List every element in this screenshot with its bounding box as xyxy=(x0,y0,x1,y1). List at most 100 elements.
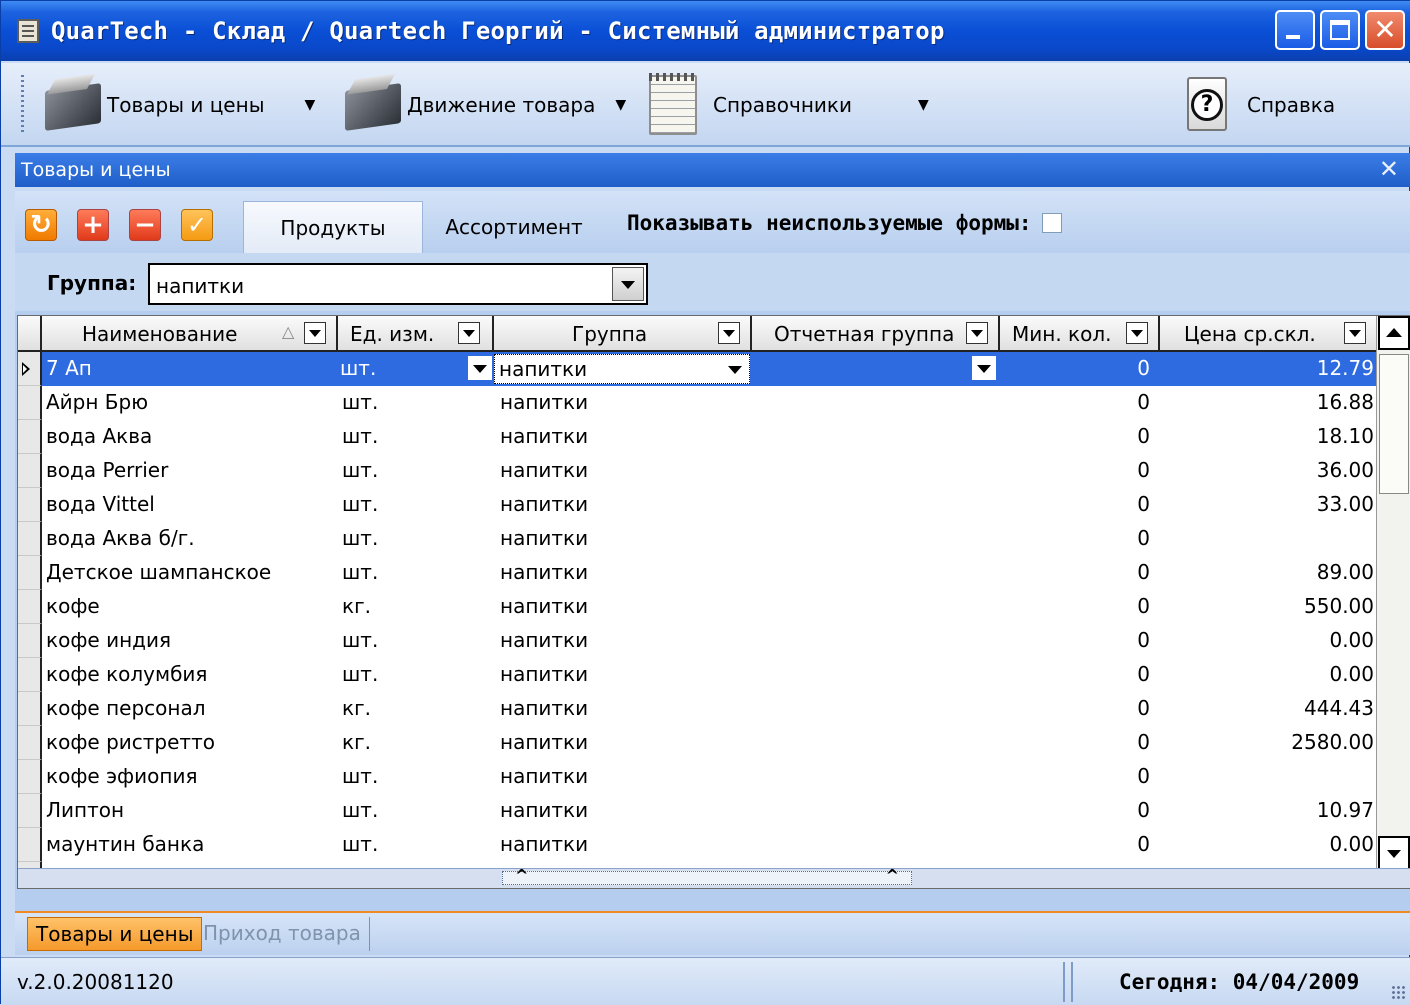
cell-name[interactable]: Айрн Брю xyxy=(46,390,336,414)
show-unused-checkbox[interactable] xyxy=(1041,213,1062,233)
cell-price[interactable]: 89.00 xyxy=(1160,560,1374,584)
tab-goods-receipt[interactable]: Приход товара xyxy=(195,917,370,951)
chevron-down-icon[interactable]: ▼ xyxy=(918,97,929,113)
table-row[interactable]: кофе кг. напитки 0 550.00 xyxy=(42,590,1378,624)
row-indicator[interactable] xyxy=(18,352,42,386)
cell-name[interactable]: кофе xyxy=(46,594,336,618)
row-indicator[interactable] xyxy=(18,386,42,420)
row-indicator[interactable] xyxy=(18,624,42,658)
table-row[interactable]: вода Vittel шт. напитки 0 33.00 xyxy=(42,488,1378,522)
delete-button[interactable]: − xyxy=(129,209,161,241)
cell-unit[interactable]: кг. xyxy=(342,730,472,754)
cell-min-qty[interactable]: 0 xyxy=(1002,730,1150,754)
row-indicator[interactable] xyxy=(18,420,42,454)
scroll-up-button[interactable] xyxy=(1378,316,1410,350)
cell-report-group-editor[interactable] xyxy=(752,354,998,384)
cell-group[interactable]: напитки xyxy=(500,390,740,414)
column-filter-report-group-button[interactable] xyxy=(966,322,988,344)
cell-unit[interactable]: шт. xyxy=(342,798,472,822)
row-indicator[interactable] xyxy=(18,658,42,692)
table-row[interactable]: кофе персонал кг. напитки 0 444.43 xyxy=(42,692,1378,726)
cell-price[interactable]: 33.00 xyxy=(1160,492,1374,516)
cell-unit[interactable]: шт. xyxy=(342,390,472,414)
group-select-dropdown-button[interactable] xyxy=(612,267,644,301)
table-row[interactable]: вода Аква шт. напитки 0 18.10 xyxy=(42,420,1378,454)
cell-unit[interactable]: шт. xyxy=(342,458,472,482)
cell-name[interactable]: кофе ристретто xyxy=(46,730,336,754)
tab-goods-prices[interactable]: Товары и цены xyxy=(27,917,203,951)
title-bar[interactable]: QuarTech - Склад / Quartech Георгий - Си… xyxy=(1,1,1410,61)
table-row[interactable]: маунтин банка шт. напитки 0 0.00 xyxy=(42,828,1378,862)
toolbar-grip[interactable] xyxy=(21,75,24,135)
cell-unit[interactable]: шт. xyxy=(342,492,472,516)
tab-products[interactable]: Продукты xyxy=(243,201,423,253)
cell-name[interactable]: кофе эфиопия xyxy=(46,764,336,788)
cell-unit[interactable]: шт. xyxy=(342,424,472,448)
apply-button[interactable]: ✓ xyxy=(181,209,213,241)
scroll-thumb[interactable] xyxy=(1379,354,1409,494)
cell-group[interactable]: напитки xyxy=(500,662,740,686)
add-button[interactable]: + xyxy=(77,209,109,241)
chevron-down-icon[interactable]: ▼ xyxy=(304,97,315,113)
table-row[interactable]: кофе эфиопия шт. напитки 0 xyxy=(42,760,1378,794)
column-filter-unit-button[interactable] xyxy=(458,322,480,344)
splitter-handle[interactable]: ^ ^ xyxy=(502,866,912,885)
cell-unit[interactable]: шт. xyxy=(342,832,472,856)
cell-min-qty[interactable]: 0 xyxy=(1002,390,1150,414)
row-indicator[interactable] xyxy=(18,488,42,522)
row-indicator[interactable] xyxy=(18,454,42,488)
column-header-report-group[interactable]: Отчетная группа xyxy=(752,316,1000,352)
cell-name[interactable]: кофе индия xyxy=(46,628,336,652)
toolbar-goods-prices-button[interactable]: Товары и цены ▼ xyxy=(39,75,315,135)
row-indicator[interactable] xyxy=(18,692,42,726)
resize-grip-icon[interactable] xyxy=(1391,985,1405,999)
cell-name[interactable]: вода Perrier xyxy=(46,458,336,482)
cell-group[interactable]: напитки xyxy=(500,560,740,584)
chevron-down-icon[interactable]: ▼ xyxy=(615,97,626,113)
row-indicator[interactable] xyxy=(18,794,42,828)
toolbar-help-button[interactable]: ? Справка xyxy=(1183,75,1335,135)
row-indicator[interactable] xyxy=(18,556,42,590)
cell-unit[interactable]: кг. xyxy=(342,696,472,720)
row-indicator[interactable] xyxy=(18,760,42,794)
close-document-icon[interactable]: ✕ xyxy=(1379,155,1399,183)
cell-group[interactable]: напитки xyxy=(500,832,740,856)
cell-name[interactable]: 7 Ап xyxy=(46,356,336,380)
cell-min-qty[interactable]: 0 xyxy=(1002,764,1150,788)
cell-price[interactable]: 16.88 xyxy=(1160,390,1374,414)
table-row[interactable]: вода Perrier шт. напитки 0 36.00 xyxy=(42,454,1378,488)
cell-name[interactable]: вода Аква б/г. xyxy=(46,526,336,550)
cell-price[interactable]: 0.00 xyxy=(1160,628,1374,652)
cell-min-qty[interactable]: 0 xyxy=(1002,492,1150,516)
row-indicator[interactable] xyxy=(18,828,42,862)
close-window-button[interactable]: ✕ xyxy=(1365,10,1405,50)
cell-unit[interactable]: шт. xyxy=(342,764,472,788)
cell-min-qty[interactable]: 0 xyxy=(1002,560,1150,584)
toolbar-references-button[interactable]: Справочники ▼ xyxy=(641,73,929,135)
table-row[interactable]: Детское шампанское шт. напитки 0 89.00 xyxy=(42,556,1378,590)
cell-name[interactable]: Детское шампанское xyxy=(46,560,336,584)
cell-price[interactable]: 36.00 xyxy=(1160,458,1374,482)
cell-min-qty[interactable]: 0 xyxy=(1002,526,1150,550)
cell-group[interactable]: напитки xyxy=(500,458,740,482)
table-row[interactable]: кофе ристретто кг. напитки 0 2580.00 xyxy=(42,726,1378,760)
cell-price[interactable]: 0.00 xyxy=(1160,662,1374,686)
cell-group-editor[interactable]: напитки xyxy=(494,354,750,384)
cell-unit[interactable]: шт. xyxy=(342,662,472,686)
cell-name[interactable]: Липтон xyxy=(46,798,336,822)
row-indicator[interactable] xyxy=(18,726,42,760)
cell-min-qty[interactable]: 0 xyxy=(1002,356,1150,380)
column-header-unit[interactable]: Ед. изм. xyxy=(338,316,494,352)
tab-assortment[interactable]: Ассортимент xyxy=(439,201,589,253)
table-row[interactable]: кофе индия шт. напитки 0 0.00 xyxy=(42,624,1378,658)
cell-group[interactable]: напитки xyxy=(500,526,740,550)
cell-group[interactable]: напитки xyxy=(500,798,740,822)
column-header-price[interactable]: Цена ср.скл. xyxy=(1160,316,1378,352)
column-filter-name-button[interactable] xyxy=(304,322,326,344)
cell-price[interactable]: 444.43 xyxy=(1160,696,1374,720)
cell-min-qty[interactable]: 0 xyxy=(1002,832,1150,856)
cell-name[interactable]: кофе колумбия xyxy=(46,662,336,686)
cell-name[interactable]: маунтин банка xyxy=(46,832,336,856)
cell-price[interactable]: 2580.00 xyxy=(1160,730,1374,754)
column-filter-min-qty-button[interactable] xyxy=(1126,322,1148,344)
